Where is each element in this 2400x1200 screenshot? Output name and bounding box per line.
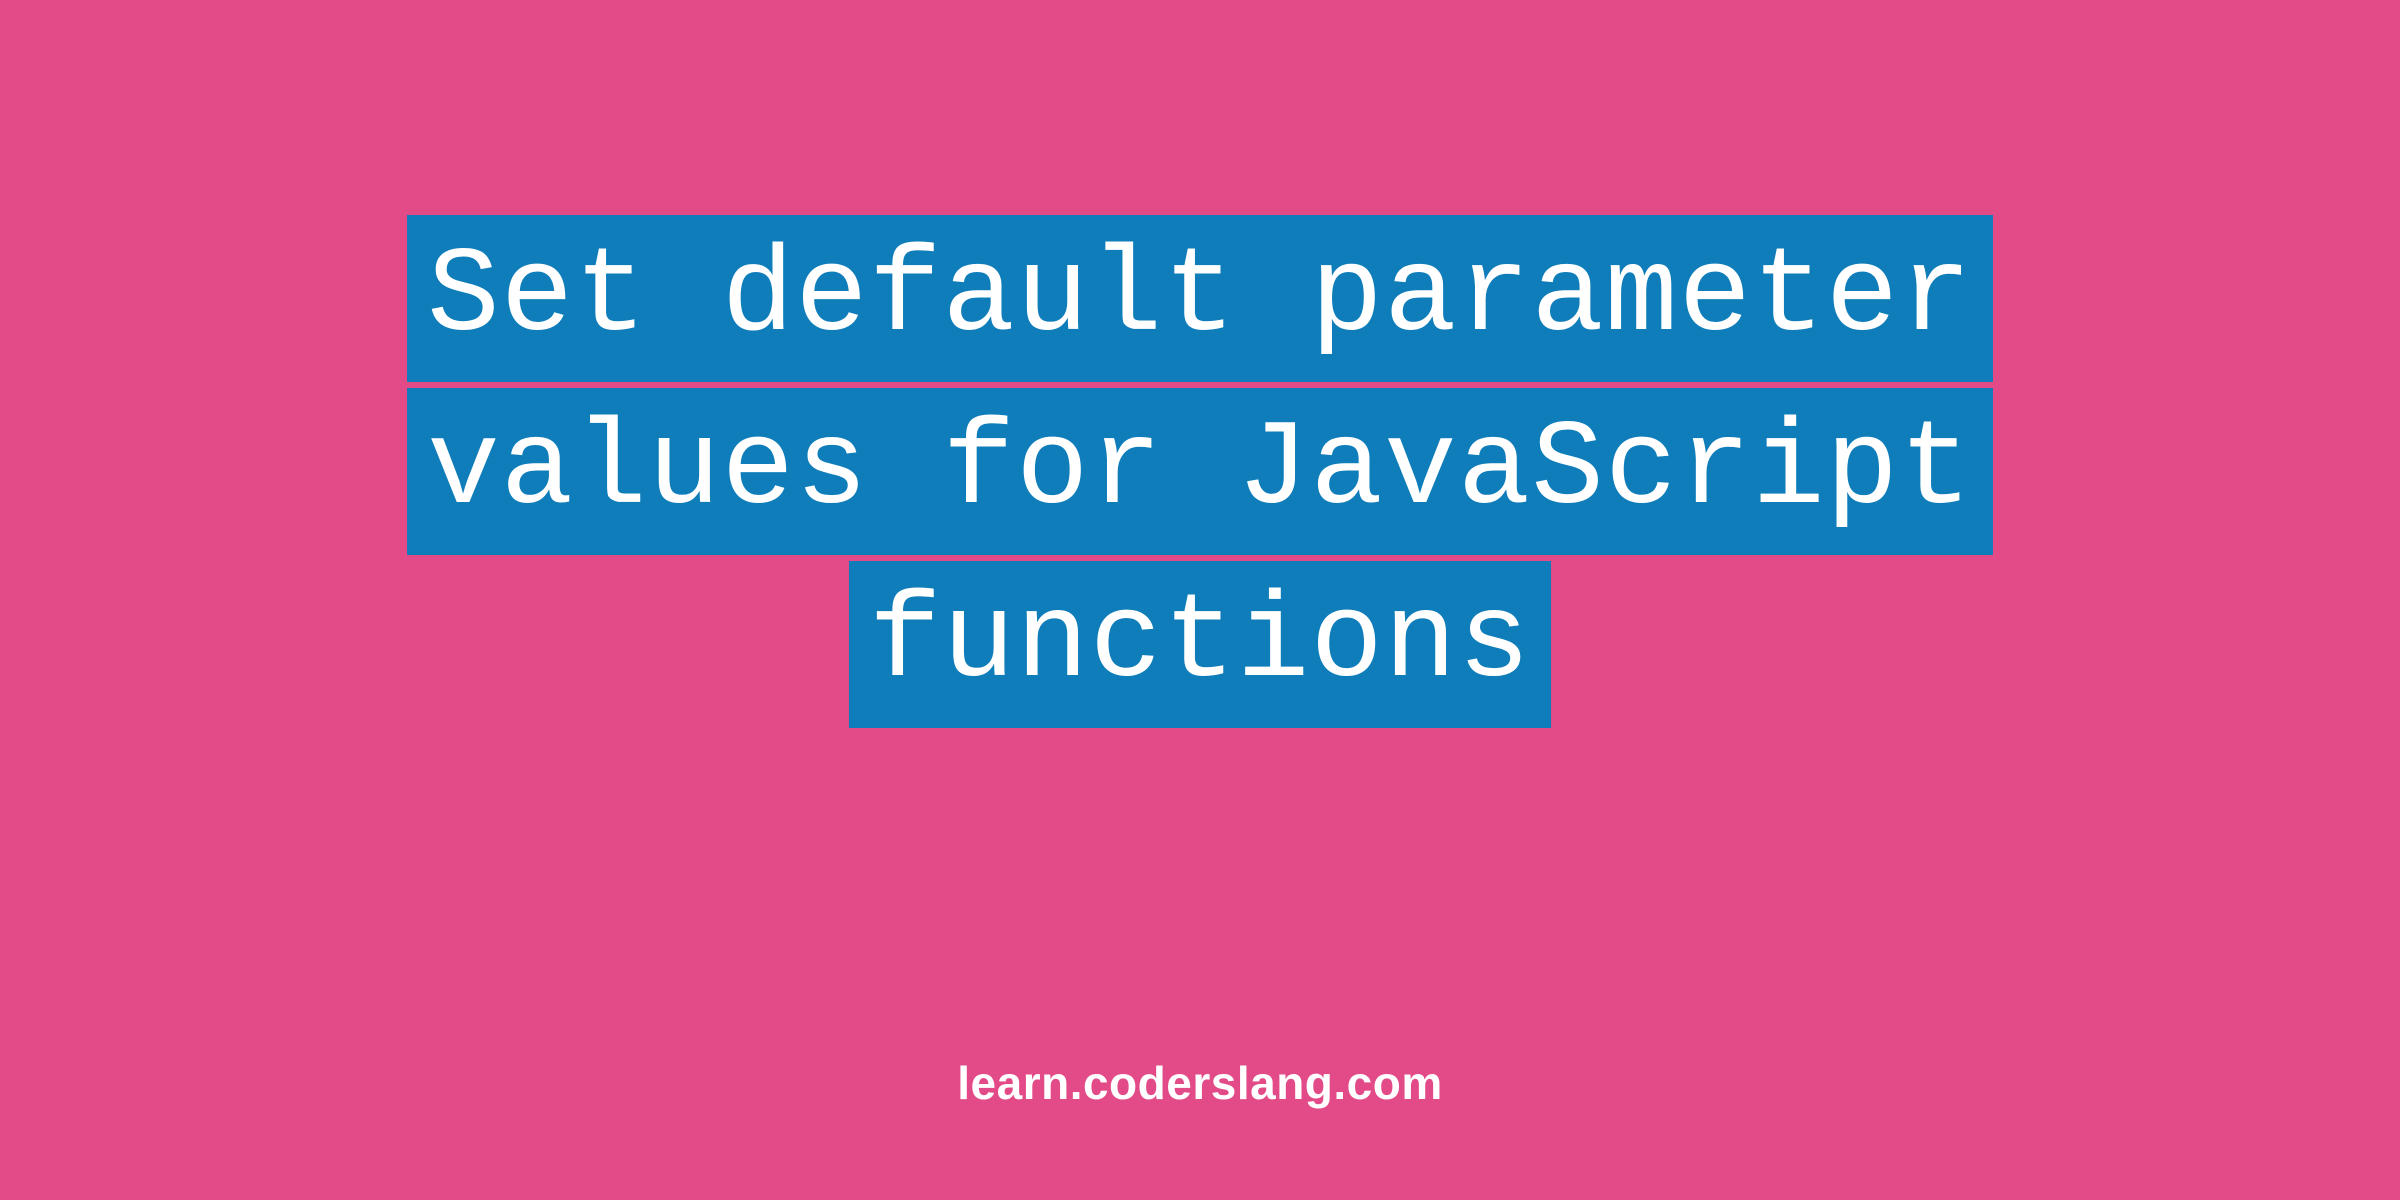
title-line-3: functions	[849, 561, 1552, 728]
title-container: Set default parameter values for JavaScr…	[0, 215, 2400, 734]
footer-url: learn.coderslang.com	[0, 1056, 2400, 1110]
title-line-2: values for JavaScript	[407, 388, 1993, 555]
title-line-1: Set default parameter	[407, 215, 1993, 382]
